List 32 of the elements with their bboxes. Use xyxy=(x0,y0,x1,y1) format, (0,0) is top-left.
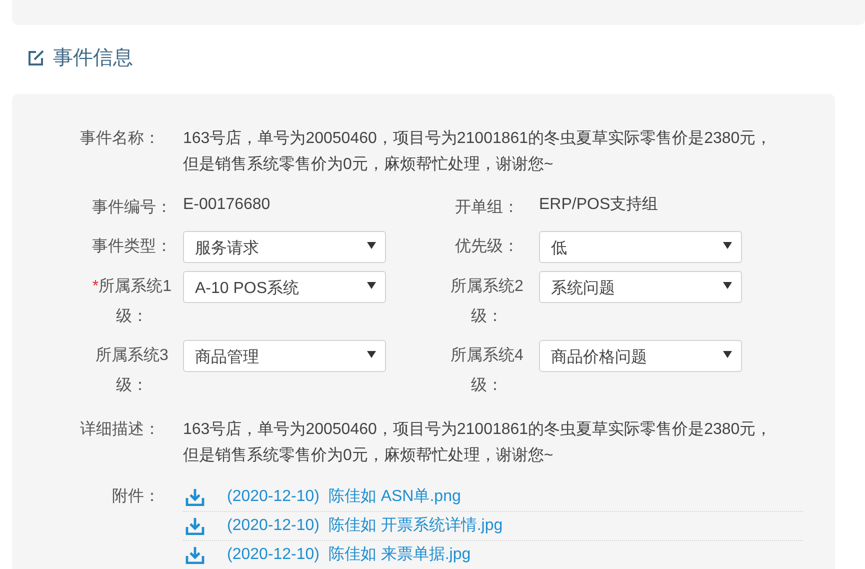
field-label: 事件编号： xyxy=(91,198,173,218)
field-label: *所属系统1级： xyxy=(91,276,173,327)
field-label: 事件名称： xyxy=(80,128,160,149)
field-label: 所属系统2级： xyxy=(450,276,524,327)
caret-icon xyxy=(367,242,376,248)
field-label: 附件： xyxy=(112,487,160,507)
field-value: ERP/POS支持组 xyxy=(539,194,660,215)
dropdown-select[interactable]: 低 xyxy=(539,231,742,263)
field-value: 163号店，单号为20050460，项目号为21001861的冬虫夏草实际零售价是2380元，但是销售系统零售价为0元，麻烦帮忙处理，谢谢您~ xyxy=(183,420,773,466)
caret-icon xyxy=(367,350,376,358)
field-label: 事件类型： xyxy=(91,236,173,257)
caret-icon xyxy=(723,282,732,288)
download-icon[interactable] xyxy=(185,517,205,535)
field-value: 163号店，单号为20050460，项目号为21001861的冬虫夏草实际零售价是2380元，但是销售系统零售价为0元，麻烦帮忙处理，谢谢您~ xyxy=(183,128,773,175)
dropdown-select[interactable]: 服务请求 xyxy=(183,231,386,263)
section-title: 事件信息 xyxy=(53,46,133,71)
caret-icon xyxy=(723,350,732,358)
download-icon[interactable] xyxy=(185,488,205,506)
field-label: 优先级： xyxy=(454,236,520,257)
dropdown-select[interactable]: 商品价格问题 xyxy=(539,340,742,372)
dropdown-select[interactable]: A-10 POS系统 xyxy=(183,271,386,303)
field-label: 开单组： xyxy=(454,198,520,218)
field-label: 所属系统3级： xyxy=(94,346,170,396)
field-value: E-00176680 xyxy=(183,195,272,215)
field-label: 所属系统4级： xyxy=(450,346,524,396)
download-icon[interactable] xyxy=(185,546,205,564)
field-label: 详细描述： xyxy=(80,420,160,440)
dropdown-select[interactable]: 系统问题 xyxy=(539,271,742,303)
caret-icon xyxy=(723,242,732,248)
caret-icon xyxy=(367,282,376,288)
edit-icon xyxy=(27,49,45,67)
dropdown-select[interactable]: 商品管理 xyxy=(183,340,386,372)
